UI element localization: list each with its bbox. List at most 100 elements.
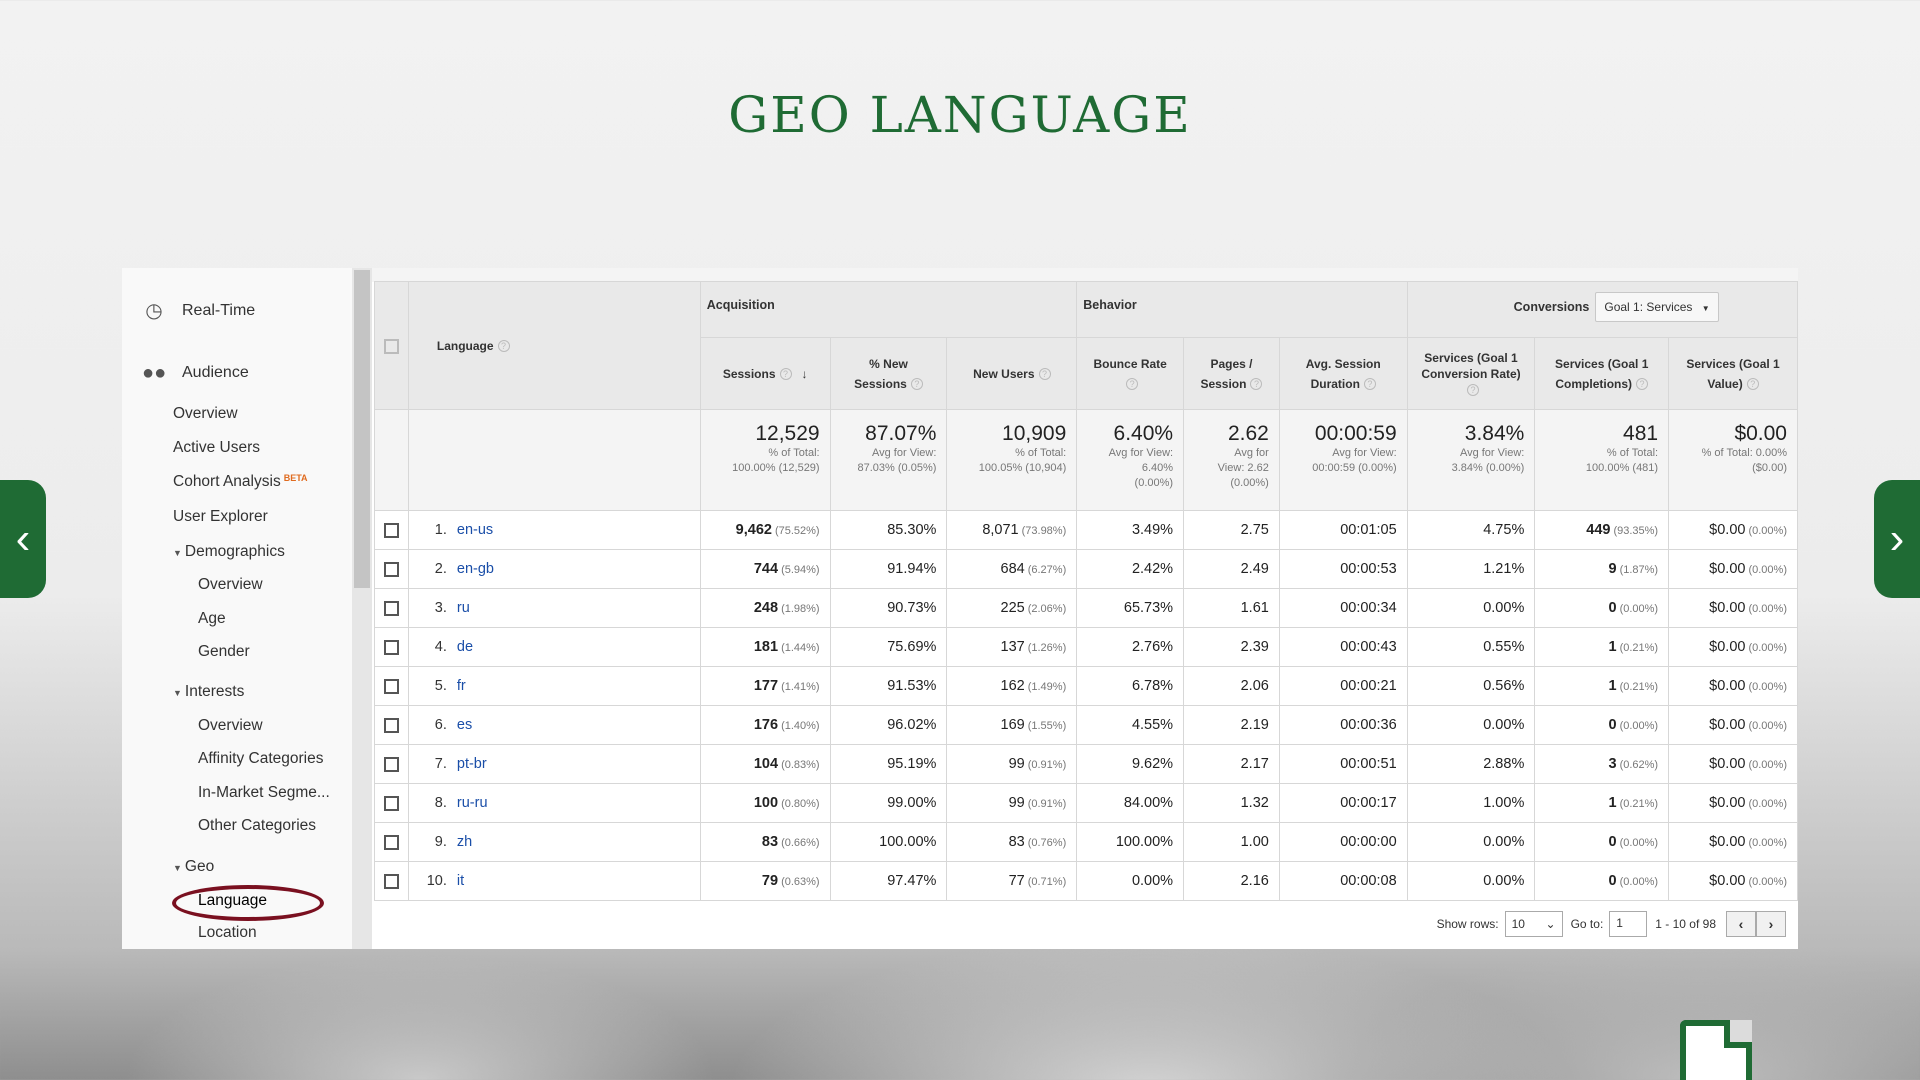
- sidebar-item-affinity-categories[interactable]: Affinity Categories: [198, 750, 324, 768]
- sessions-cell: 79 (0.63%): [699, 861, 831, 901]
- slide-title: GEO LANGUAGE: [728, 86, 1192, 144]
- table-row[interactable]: 1. en-us 9,462 (75.52%) 85.30% 8,071 (73.98%) 3…: [374, 510, 1798, 550]
- column-language[interactable]: Language?: [407, 281, 701, 410]
- row-checkbox[interactable]: [383, 834, 399, 850]
- language-link[interactable]: zh: [457, 834, 472, 850]
- sessions-cell: 177 (1.41%): [699, 666, 831, 706]
- row-checkbox[interactable]: [383, 600, 399, 616]
- sidebar-item-location[interactable]: Location: [198, 924, 257, 942]
- sidebar-item-audience[interactable]: ●● Audience: [142, 362, 249, 384]
- sidebar-item-demographics-overview[interactable]: Overview: [198, 576, 263, 594]
- goto-input[interactable]: 1: [1609, 911, 1648, 937]
- sidebar-item-other-categories[interactable]: Other Categories: [198, 817, 316, 835]
- sidebar-item-gender[interactable]: Gender: [198, 643, 250, 661]
- document-icon[interactable]: [1680, 1020, 1752, 1080]
- table-row[interactable]: 7. pt-br 104 (0.83%) 95.19% 99 (0.91%) 9.62% 2.1…: [374, 744, 1798, 784]
- sidebar-item-label: Demographics: [184, 543, 285, 560]
- help-icon[interactable]: ?: [1746, 378, 1759, 391]
- help-icon[interactable]: ?: [1038, 368, 1051, 381]
- language-link[interactable]: pt-br: [457, 756, 487, 772]
- language-link[interactable]: es: [457, 717, 472, 733]
- next-page-button[interactable]: ›: [1756, 911, 1786, 937]
- column-bounce-rate[interactable]: Bounce Rate?: [1076, 337, 1185, 410]
- help-icon[interactable]: ?: [497, 340, 510, 353]
- new-users-value: 77: [1008, 873, 1025, 889]
- show-rows-select[interactable]: 10 ⌄: [1504, 911, 1563, 937]
- language-link[interactable]: it: [457, 873, 464, 889]
- row-checkbox[interactable]: [383, 561, 399, 577]
- column-avg-session-duration[interactable]: Avg. Session Duration?: [1278, 337, 1408, 410]
- completions-value: 0: [1608, 834, 1617, 850]
- sidebar-item-user-explorer[interactable]: User Explorer: [173, 508, 268, 526]
- goal-dropdown[interactable]: Goal 1: Services ▼: [1595, 292, 1719, 322]
- completions-value: 449: [1586, 522, 1611, 538]
- column-pages-session[interactable]: Pages / Session?: [1183, 337, 1280, 410]
- help-icon[interactable]: ?: [779, 368, 792, 381]
- table-row[interactable]: 3. ru 248 (1.98%) 90.73% 225 (2.06%) 65.73% 1.61…: [374, 588, 1798, 628]
- scrollbar-thumb[interactable]: [354, 270, 370, 588]
- row-checkbox[interactable]: [383, 756, 399, 772]
- sessions-value: 248: [753, 600, 779, 616]
- sidebar-item-interests[interactable]: ▼ Interests: [173, 683, 244, 701]
- column-value[interactable]: Services (Goal 1 Value)?: [1668, 337, 1798, 410]
- sidebar-item-geo[interactable]: ▼ Geo: [173, 858, 214, 876]
- row-checkbox-cell: [374, 549, 409, 589]
- help-icon[interactable]: ?: [1636, 378, 1649, 391]
- table-row[interactable]: 4. de 181 (1.44%) 75.69% 137 (1.26%) 2.76% 2.39 0…: [374, 627, 1798, 667]
- row-checkbox[interactable]: [383, 795, 399, 811]
- sidebar-item-overview[interactable]: Overview: [173, 405, 238, 423]
- table-row[interactable]: 9. zh 83 (0.66%) 100.00% 83 (0.76%) 100.00% 1.00…: [374, 822, 1798, 862]
- row-checkbox[interactable]: [383, 717, 399, 733]
- help-icon[interactable]: ?: [1467, 384, 1479, 397]
- table-row[interactable]: 10. it 79 (0.63%) 97.47% 77 (0.71%) 0.00% 2.16 00…: [374, 861, 1798, 901]
- help-icon[interactable]: ?: [910, 378, 923, 391]
- next-slide-button[interactable]: ›: [1874, 480, 1920, 598]
- column-sessions[interactable]: Sessions? ↓: [699, 337, 831, 410]
- select-all-checkbox[interactable]: [383, 338, 399, 354]
- row-checkbox[interactable]: [383, 522, 399, 538]
- row-number: 5.: [434, 678, 447, 694]
- column-new-users[interactable]: New Users?: [946, 337, 1078, 410]
- row-checkbox[interactable]: [383, 873, 399, 889]
- new-sessions-cell: 91.94%: [829, 549, 948, 589]
- table-row[interactable]: 2. en-gb 744 (5.94%) 91.94% 684 (6.27%) 2.42% 2.…: [374, 549, 1798, 589]
- table-row[interactable]: 6. es 176 (1.40%) 96.02% 169 (1.55%) 4.55% 2.19 0…: [374, 705, 1798, 745]
- completions-cell: 0 (0.00%): [1534, 861, 1670, 901]
- sidebar-item-age[interactable]: Age: [198, 610, 226, 628]
- sort-down-icon[interactable]: ↓: [802, 367, 808, 381]
- help-icon[interactable]: ?: [1363, 378, 1376, 391]
- column-conversion-rate[interactable]: Services (Goal 1 Conversion Rate)?: [1406, 337, 1536, 410]
- sidebar-item-demographics[interactable]: ▼ Demographics: [173, 543, 285, 561]
- language-link[interactable]: ru: [457, 600, 470, 616]
- sessions-cell: 176 (1.40%): [699, 705, 831, 745]
- new-users-cell: 83 (0.76%): [946, 822, 1078, 862]
- duration-cell: 00:00:36: [1278, 705, 1408, 745]
- row-checkbox-cell: [374, 783, 409, 823]
- language-link[interactable]: de: [457, 639, 473, 655]
- language-link[interactable]: en-us: [457, 522, 493, 538]
- language-link[interactable]: fr: [457, 678, 466, 694]
- row-checkbox[interactable]: [383, 678, 399, 694]
- language-link[interactable]: ru-ru: [457, 795, 488, 811]
- table-row[interactable]: 5. fr 177 (1.41%) 91.53% 162 (1.49%) 6.78% 2.06 0…: [374, 666, 1798, 706]
- sidebar-scrollbar[interactable]: [352, 268, 372, 949]
- completions-percent: (0.21%): [1619, 681, 1659, 693]
- help-icon[interactable]: ?: [1126, 378, 1139, 391]
- bounce-rate-cell: 2.42%: [1076, 549, 1185, 589]
- help-icon[interactable]: ?: [1250, 378, 1263, 391]
- sidebar-item-cohort-analysis[interactable]: Cohort Analysis BETA: [173, 473, 308, 491]
- sidebar-item-realtime[interactable]: ◷ Real-Time: [142, 300, 255, 322]
- table-row[interactable]: 8. ru-ru 100 (0.80%) 99.00% 99 (0.91%) 84.00% 1.…: [374, 783, 1798, 823]
- previous-slide-button[interactable]: ‹: [0, 480, 46, 598]
- sidebar-item-in-market-segments[interactable]: In-Market Segme...: [198, 784, 330, 802]
- previous-page-button[interactable]: ‹: [1726, 911, 1756, 937]
- sidebar-item-interests-overview[interactable]: Overview: [198, 717, 263, 735]
- column-new-sessions[interactable]: % New Sessions?: [829, 337, 948, 410]
- sessions-percent: (75.52%): [774, 525, 820, 537]
- chevron-left-icon: ‹: [15, 514, 31, 563]
- sidebar-item-active-users[interactable]: Active Users: [173, 439, 260, 457]
- row-checkbox[interactable]: [383, 639, 399, 655]
- pages-session-cell: 1.00: [1183, 822, 1280, 862]
- column-completions[interactable]: Services (Goal 1 Completions)?: [1534, 337, 1670, 410]
- language-link[interactable]: en-gb: [457, 561, 494, 577]
